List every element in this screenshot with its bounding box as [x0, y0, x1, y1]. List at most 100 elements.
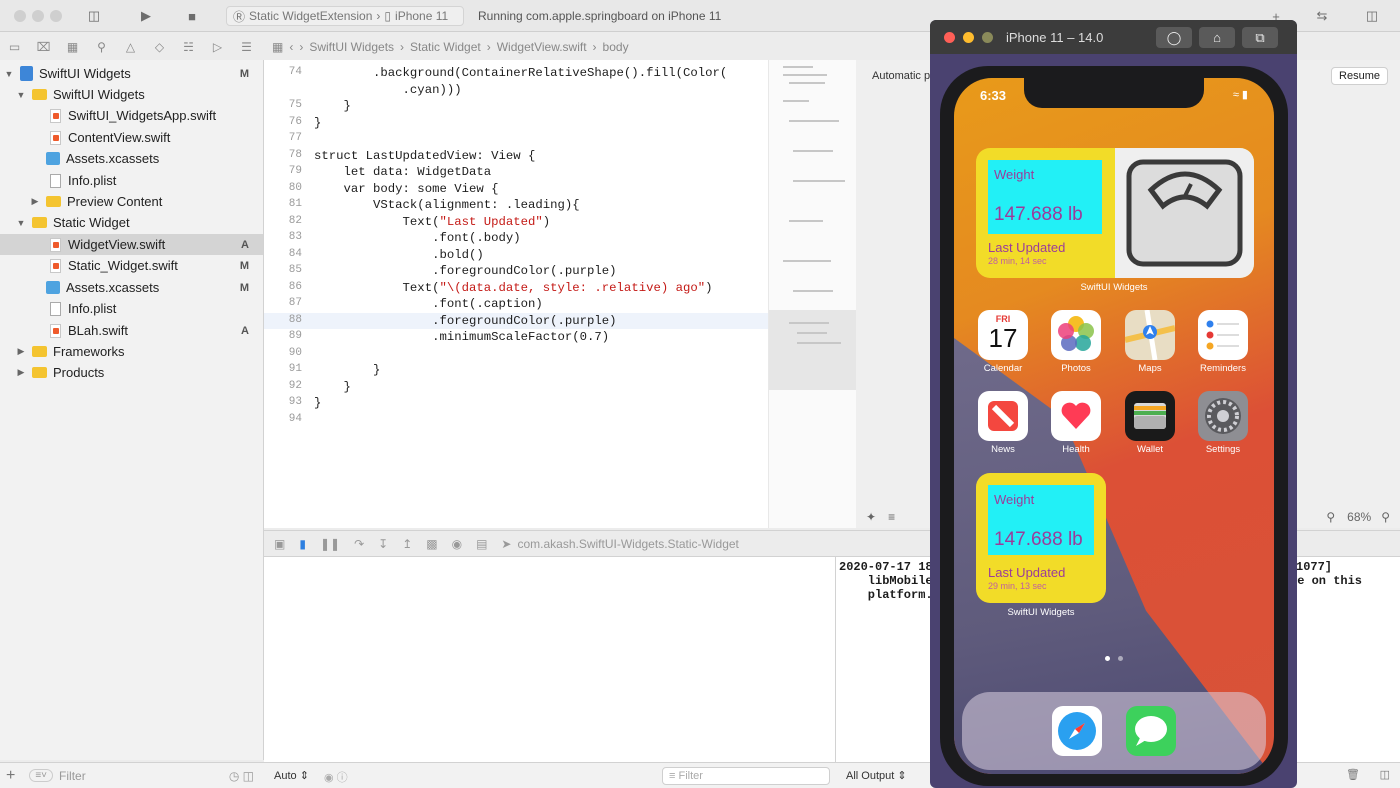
resume-button[interactable]: Resume — [1331, 67, 1388, 85]
view-hierarchy-icon[interactable]: ▩ — [426, 537, 437, 551]
file-row-selected[interactable]: WidgetView.swift A — [0, 234, 263, 255]
environment-icon[interactable]: ▤ — [476, 537, 487, 551]
list-icon[interactable]: ≡ — [888, 510, 895, 524]
warning-icon[interactable]: △ — [116, 40, 145, 54]
symbol-icon[interactable]: ▦ — [58, 40, 87, 54]
related-items-icon[interactable]: ▦ — [272, 40, 283, 54]
disclosure-open-icon[interactable]: ▼ — [16, 90, 26, 100]
minimap[interactable] — [768, 60, 857, 528]
disclosure-closed-icon[interactable]: ▶ — [16, 346, 26, 357]
messages-icon[interactable] — [1126, 706, 1176, 756]
output-selector[interactable]: All Output ⇕ — [846, 769, 907, 782]
weight-widget-medium[interactable]: Weight 147.688 lb Last Updated 28 min, 1… — [976, 148, 1254, 278]
file-row[interactable]: Assets.xcassets M — [0, 277, 263, 298]
scheme-selector[interactable]: Ⓡ Static WidgetExtension › ▯ iPhone 11 — [226, 6, 464, 26]
test-icon[interactable]: ◇ — [145, 40, 174, 54]
minimize-window-button[interactable] — [32, 10, 44, 22]
maps-app-icon[interactable] — [1124, 309, 1176, 361]
row-label: Info.plist — [68, 301, 117, 316]
disclosure-open-icon[interactable]: ▼ — [4, 69, 14, 79]
line-number: 85 — [288, 264, 302, 276]
settings-app-icon[interactable] — [1198, 391, 1248, 441]
news-app-icon[interactable] — [978, 391, 1028, 441]
folder-icon[interactable]: ▭ — [0, 40, 29, 54]
sim-zoom-button[interactable] — [982, 32, 993, 43]
file-row[interactable]: Info.plist — [0, 170, 263, 191]
trash-icon[interactable]: 🗑 — [1346, 768, 1360, 781]
zoom-in-icon[interactable]: ⚲ — [1381, 510, 1390, 524]
group-row[interactable]: ▶ Products — [0, 362, 263, 383]
close-window-button[interactable] — [14, 10, 26, 22]
add-icon[interactable]: + — [6, 767, 15, 785]
navigator-filter-input[interactable]: Filter — [59, 769, 86, 783]
inspector-toggle-icon[interactable]: ◫ — [1360, 6, 1384, 26]
debug-icon[interactable]: ☵ — [174, 40, 203, 54]
disclosure-open-icon[interactable]: ▼ — [16, 218, 26, 228]
file-row[interactable]: Static_Widget.swift M — [0, 255, 263, 276]
breakpoint-icon[interactable]: ▷ — [203, 40, 232, 54]
zoom-window-button[interactable] — [50, 10, 62, 22]
file-row[interactable]: SwiftUI_WidgetsApp.swift — [0, 105, 263, 126]
code-line: .minimumScaleFactor(0.7) — [314, 330, 610, 344]
home-icon[interactable]: ⌂ — [1199, 27, 1235, 48]
back-icon[interactable]: ‹ — [289, 40, 293, 54]
stop-button[interactable]: ■ — [180, 6, 204, 26]
sim-minimize-button[interactable] — [963, 32, 974, 43]
step-out-icon[interactable]: ↥ — [402, 537, 412, 551]
file-row[interactable]: ContentView.swift — [0, 127, 263, 148]
eye-icon[interactable]: ◉ ⓘ — [324, 769, 348, 785]
filter-icon: ≡ — [669, 770, 676, 782]
step-into-icon[interactable]: ↧ — [378, 537, 388, 551]
calendar-day: 17 — [988, 323, 1018, 353]
auto-selector[interactable]: Auto ⇕ — [274, 769, 309, 782]
filter-options-icon[interactable]: ≡˅ — [29, 769, 54, 782]
group-row[interactable]: ▶ Frameworks — [0, 341, 263, 362]
group-row[interactable]: ▼ Static Widget — [0, 212, 263, 233]
breakpoints-toggle-icon[interactable]: ▮ — [299, 537, 306, 551]
line-number: 84 — [288, 247, 302, 260]
step-over-icon[interactable]: ↷ — [354, 537, 364, 551]
forward-icon[interactable]: › — [299, 40, 303, 54]
group-row[interactable]: ▼ SwiftUI Widgets — [0, 84, 263, 105]
pin-icon[interactable]: ✦ — [866, 510, 876, 524]
file-row[interactable]: BLah.swift A — [0, 320, 263, 341]
project-root-row[interactable]: ▼ SwiftUI Widgets M — [0, 63, 263, 84]
search-icon[interactable]: ⚲ — [87, 40, 116, 54]
page-dot-active[interactable] — [1105, 656, 1110, 661]
breadcrumb-project[interactable]: SwiftUI Widgets — [309, 40, 394, 54]
weight-widget-small[interactable]: Weight 147.688 lb Last Updated 29 min, 1… — [976, 473, 1106, 603]
rotate-icon[interactable]: ⧉ — [1242, 27, 1278, 48]
file-row[interactable]: Info.plist — [0, 298, 263, 319]
health-app-icon[interactable] — [1051, 391, 1101, 441]
breadcrumb-group[interactable]: Static Widget — [410, 40, 481, 54]
group-row[interactable]: ▶ Preview Content — [0, 191, 263, 212]
safari-icon[interactable] — [1052, 706, 1102, 756]
hide-debug-area-icon[interactable]: ▣ — [274, 537, 285, 551]
report-icon[interactable]: ☰ — [232, 40, 261, 54]
breadcrumb-file[interactable]: WidgetView.swift — [497, 40, 587, 54]
breadcrumb-symbol[interactable]: body — [603, 40, 629, 54]
home-screen[interactable]: 6:33 ≈ ▮ Weight 147.688 lb Last Updated … — [954, 78, 1274, 774]
pause-icon[interactable]: ❚❚ — [320, 537, 340, 551]
split-view-icon[interactable]: ◫ — [1380, 768, 1390, 781]
navigator-toggle-icon[interactable]: ◫ — [82, 6, 106, 26]
photos-app-icon[interactable] — [1051, 310, 1101, 360]
disclosure-closed-icon[interactable]: ▶ — [30, 196, 40, 207]
reminders-app-icon[interactable] — [1198, 310, 1248, 360]
sim-close-button[interactable] — [944, 32, 955, 43]
screenshot-icon[interactable]: ◯ — [1156, 27, 1192, 48]
disclosure-closed-icon[interactable]: ▶ — [16, 367, 26, 378]
source-control-icon[interactable]: ⌧ — [29, 40, 58, 54]
location-icon[interactable]: ➤ — [501, 537, 511, 551]
variables-filter-input[interactable]: ≡ Filter — [662, 767, 830, 785]
wallet-app-icon[interactable] — [1125, 391, 1175, 441]
page-dot[interactable] — [1118, 656, 1123, 661]
run-button[interactable]: ▶ — [134, 6, 158, 26]
widget-value: 147.688 lb — [994, 204, 1083, 225]
memory-graph-icon[interactable]: ◉ — [452, 537, 462, 551]
recent-files-icon[interactable]: ◷ ◫ — [229, 769, 254, 783]
code-review-icon[interactable]: ⇆ — [1310, 6, 1334, 26]
zoom-out-icon[interactable]: ⚲ — [1326, 510, 1335, 524]
file-row[interactable]: Assets.xcassets — [0, 148, 263, 169]
calendar-app-icon[interactable]: FRI 17 — [978, 310, 1028, 360]
